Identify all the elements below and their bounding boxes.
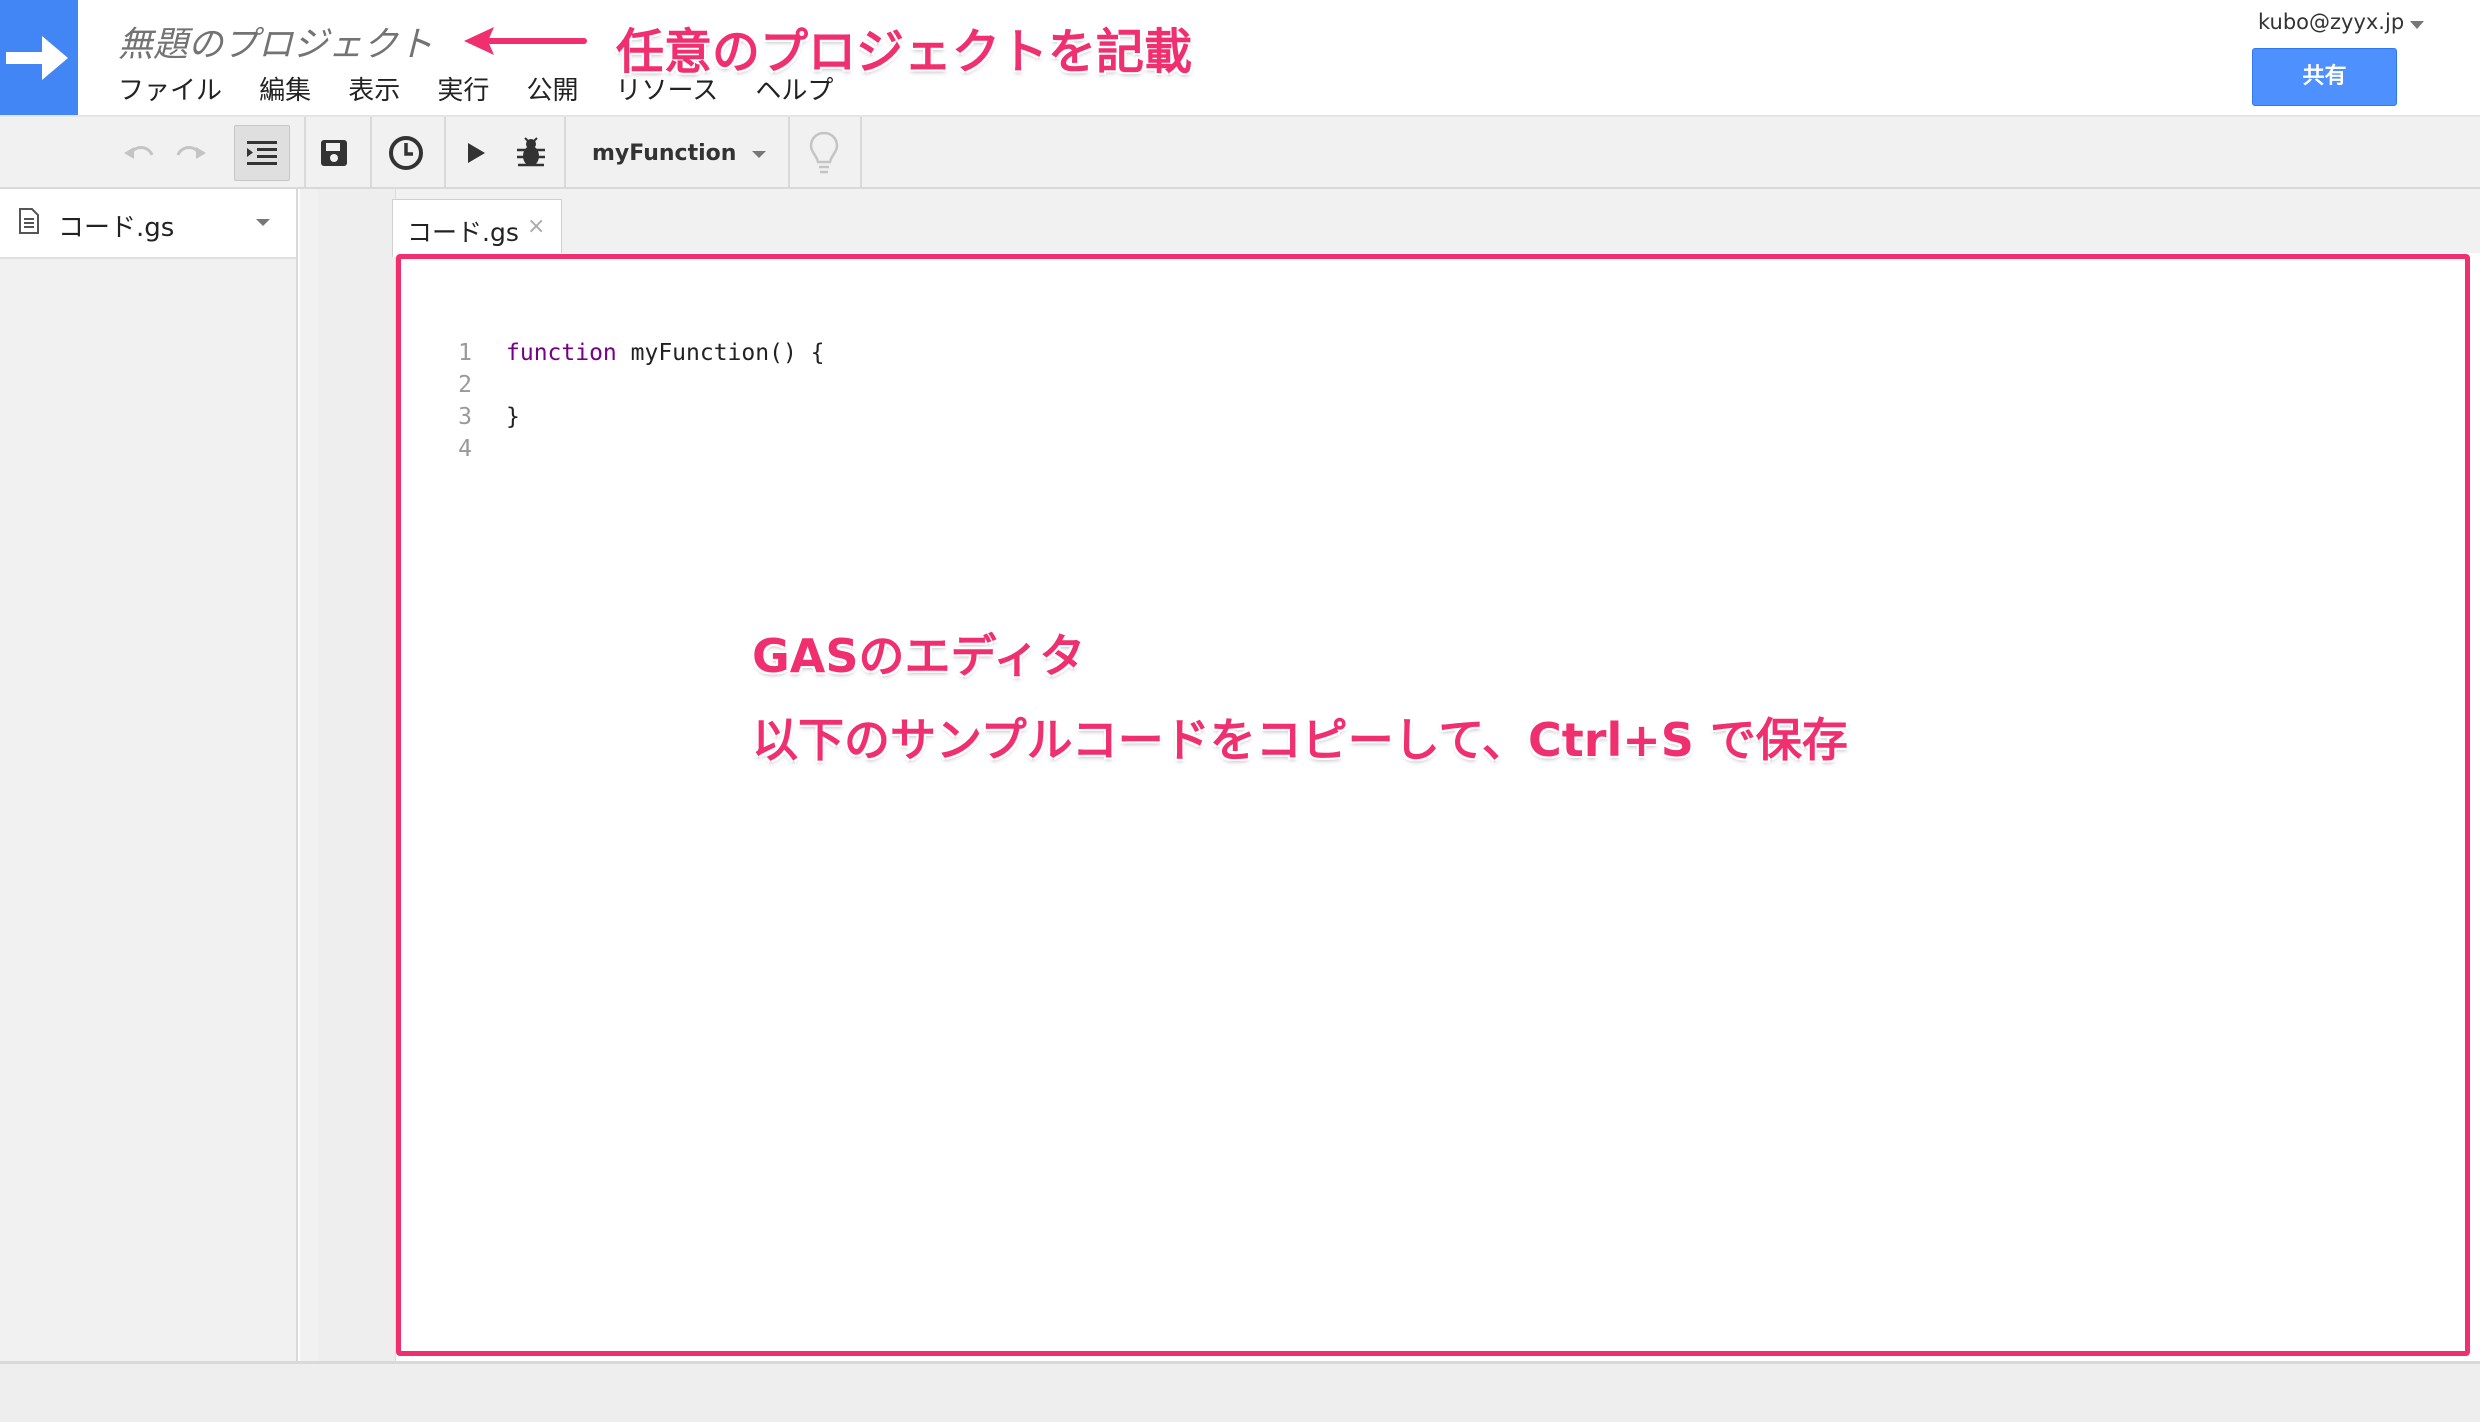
toolbar-separator [304, 117, 306, 189]
debug-button[interactable] [506, 125, 556, 181]
chevron-down-icon[interactable] [256, 219, 270, 226]
close-icon[interactable]: × [527, 214, 545, 239]
chevron-down-icon [752, 151, 766, 158]
annotation-line: 以下のサンプルコードをコピーして、Ctrl+S で保存 [752, 713, 1848, 767]
file-name: コード.gs [58, 213, 175, 243]
toolbar-separator [370, 117, 372, 189]
function-select-value: myFunction [592, 140, 737, 166]
user-account-email[interactable]: kubo@zyyx.jp [2258, 10, 2404, 34]
project-title[interactable]: 無題のプロジェクト [118, 16, 433, 67]
apps-script-logo[interactable] [0, 0, 78, 115]
file-sidebar: コード.gs [0, 189, 298, 1361]
save-icon [321, 140, 347, 166]
annotation-arrow-icon [464, 27, 587, 55]
annotation-editor-note: GASのエディタ 以下のサンプルコードをコピーして、Ctrl+S で保存 [752, 614, 1848, 782]
arrow-right-icon [6, 36, 68, 80]
annotation-highlight-box [396, 254, 2470, 1356]
function-select[interactable]: myFunction [566, 125, 786, 181]
gutter-band [318, 189, 396, 1361]
menu-run[interactable]: 実行 [437, 70, 489, 107]
menu-publish[interactable]: 公開 [526, 70, 578, 107]
status-bar [0, 1361, 2480, 1422]
menu-view[interactable]: 表示 [348, 70, 400, 107]
menu-file[interactable]: ファイル [118, 70, 222, 107]
file-item[interactable]: コード.gs [0, 189, 296, 259]
toolbar: myFunction [0, 117, 2480, 189]
redo-icon [176, 146, 206, 159]
document-icon [19, 208, 39, 234]
tab-code-gs[interactable]: コード.gs × [392, 199, 562, 257]
save-button[interactable] [308, 125, 360, 181]
menu-resources[interactable]: リソース [616, 70, 719, 107]
chevron-down-icon[interactable] [2410, 21, 2424, 29]
hints-button[interactable] [796, 125, 852, 181]
bug-icon [517, 137, 545, 167]
share-button[interactable]: 共有 [2252, 48, 2397, 106]
triggers-button[interactable] [378, 125, 434, 181]
indent-icon [247, 141, 277, 165]
undo-icon [124, 146, 154, 159]
menu-edit[interactable]: 編集 [259, 70, 311, 107]
lightbulb-icon [809, 131, 839, 174]
toolbar-separator [788, 117, 790, 189]
toolbar-separator [860, 117, 862, 189]
play-icon [468, 143, 485, 163]
run-button[interactable] [454, 125, 498, 181]
menu-help[interactable]: ヘルプ [755, 70, 833, 107]
gas-editor-window: 無題のプロジェクト 任意のプロジェクトを記載 ファイル 編集 表示 実行 公開 … [0, 0, 2480, 1422]
tab-label: コード.gs [407, 218, 519, 247]
menu-bar: ファイル 編集 表示 実行 公開 リソース ヘルプ [118, 70, 865, 110]
annotation-line: GASのエディタ [752, 629, 1086, 683]
redo-button[interactable] [166, 125, 216, 181]
undo-button[interactable] [114, 125, 164, 181]
indent-button[interactable] [234, 125, 290, 181]
toolbar-separator [444, 117, 446, 189]
clock-icon [389, 136, 423, 170]
